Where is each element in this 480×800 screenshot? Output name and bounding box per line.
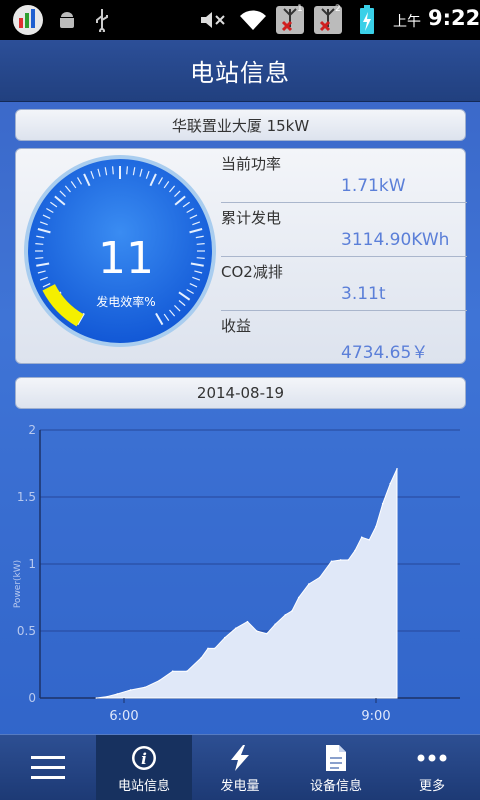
more-icon <box>416 743 448 773</box>
data-point <box>297 596 300 599</box>
battery-charging-icon <box>356 4 378 36</box>
metric-label: 累计发电 <box>221 209 282 227</box>
title-bar: 电站信息 <box>0 40 480 102</box>
data-point <box>360 536 363 538</box>
nav-label: 更多 <box>418 778 445 794</box>
data-point <box>129 689 132 691</box>
nav-device-info[interactable]: 设备信息 <box>288 735 384 800</box>
info-icon: i <box>130 743 158 773</box>
gauge-value: 11 <box>98 233 154 284</box>
data-point <box>284 614 287 616</box>
data-point <box>375 525 377 528</box>
gauge-tick <box>196 257 205 260</box>
gauge-tick <box>111 166 114 175</box>
gauge-tick <box>35 242 44 245</box>
clock: 9:22 <box>428 6 480 30</box>
menu-icon <box>31 752 65 782</box>
sim1-label: 1 <box>297 4 303 14</box>
nav-menu-button[interactable] <box>0 735 96 800</box>
data-point <box>224 636 226 639</box>
svg-text:i: i <box>141 750 147 768</box>
data-point <box>347 559 350 561</box>
data-point <box>234 627 237 630</box>
wifi-icon <box>236 4 270 36</box>
data-point <box>171 670 174 672</box>
gauge-tick <box>126 166 129 175</box>
data-point <box>186 670 188 672</box>
metric-revenue: 收益 4734.65￥ <box>221 311 467 365</box>
bottom-nav: i 电站信息 发电量 设备信息 更多 <box>0 734 480 800</box>
app-chart-icon <box>8 4 48 36</box>
nav-label: 发电量 <box>220 778 260 794</box>
data-point <box>274 623 277 626</box>
status-bar: 1 2 上午 9:22 <box>0 0 480 40</box>
data-point <box>389 482 392 485</box>
metric-co2-reduction: CO2减排 3.11t <box>221 257 467 311</box>
data-point <box>381 502 384 505</box>
metric-current-power: 当前功率 1.71kW <box>221 149 467 203</box>
data-point <box>354 549 356 552</box>
data-point <box>266 632 268 635</box>
nav-generation[interactable]: 发电量 <box>192 735 288 800</box>
data-point <box>144 686 146 689</box>
data-point <box>396 468 398 470</box>
data-point <box>200 657 203 659</box>
mute-icon <box>198 4 228 36</box>
station-name: 华联置业大厦 15kW <box>15 109 466 141</box>
metric-label: 当前功率 <box>221 155 282 173</box>
metric-value: 1.71kW <box>341 176 406 196</box>
data-point <box>318 576 321 579</box>
data-point <box>368 539 371 541</box>
data-point <box>339 559 342 561</box>
metric-value: 3.11t <box>341 284 386 304</box>
data-point <box>291 610 293 612</box>
data-point <box>255 630 258 632</box>
page-title: 电站信息 <box>190 59 290 87</box>
info-panel: 11 发电效率% 当前功率 1.71kW 累计发电 3114.90KWh CO2… <box>15 148 467 365</box>
metric-value: 3114.90KWh <box>341 230 450 250</box>
metric-label: CO2减排 <box>221 263 283 281</box>
data-point <box>308 583 310 585</box>
data-point <box>158 679 161 682</box>
nav-more[interactable]: 更多 <box>384 735 480 800</box>
power-chart-svg: 0 0.5 1 1.5 2 6:00 9:00 Power(kW) <box>13 423 460 724</box>
data-point <box>207 647 209 650</box>
power-chart: 0 0.5 1 1.5 2 6:00 9:00 Power(kW) <box>0 418 480 734</box>
y-axis-label: Power(kW) <box>13 560 23 608</box>
y-tick-label: 2 <box>28 423 36 437</box>
data-point <box>213 647 216 650</box>
gauge-label: 发电效率% <box>96 295 156 309</box>
android-icon <box>54 4 80 36</box>
y-tick-label: 1 <box>28 557 36 571</box>
usb-icon <box>90 4 114 36</box>
metric-label: 收益 <box>221 317 252 335</box>
document-icon <box>324 743 348 773</box>
data-point <box>246 620 249 623</box>
sim2-label: 2 <box>335 4 341 14</box>
gauge-tick <box>35 257 44 260</box>
y-tick-label: 0.5 <box>17 624 36 638</box>
nav-label: 设备信息 <box>309 778 362 794</box>
nav-label: 电站信息 <box>117 778 170 794</box>
y-tick-label: 0 <box>28 691 36 705</box>
date-selector[interactable]: 2014-08-19 <box>15 377 466 409</box>
metric-total-generation: 累计发电 3114.90KWh <box>221 203 467 257</box>
x-tick-label: 6:00 <box>109 709 138 724</box>
data-point <box>330 560 333 563</box>
x-tick-label: 9:00 <box>361 709 390 724</box>
data-point <box>116 693 119 695</box>
data-point <box>106 695 108 698</box>
y-tick-label: 1.5 <box>17 490 36 504</box>
power-area-series <box>96 468 398 699</box>
data-point <box>95 697 98 699</box>
efficiency-gauge: 11 发电效率% <box>22 153 218 349</box>
metric-value: 4734.65￥ <box>341 343 429 363</box>
time-prefix: 上午 <box>393 14 421 30</box>
nav-station-info[interactable]: i 电站信息 <box>96 735 192 800</box>
gauge-tick <box>196 242 205 245</box>
lightning-icon <box>227 743 253 773</box>
